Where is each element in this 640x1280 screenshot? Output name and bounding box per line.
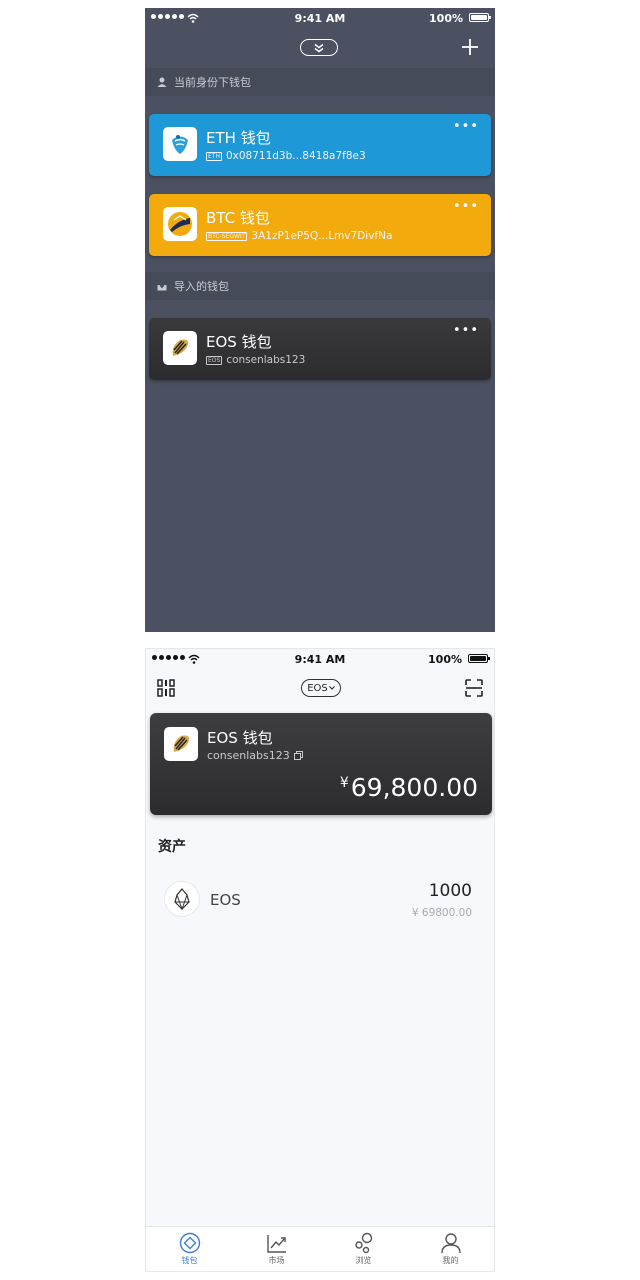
battery-icon	[469, 13, 491, 22]
tab-market[interactable]: 市场	[233, 1227, 320, 1271]
chain-selector[interactable]: EOS	[301, 679, 341, 697]
eth-wallet-logo	[163, 127, 197, 161]
wallet-address-line: BTC-SEGWIT 3A1zP1eP5Q...Lmv7DivfNa	[206, 230, 392, 242]
assets-title: 资产	[158, 839, 186, 855]
import-icon	[156, 281, 167, 292]
asset-row[interactable]: EOS 1000 ¥ 69800.00	[146, 875, 494, 925]
profile-icon	[440, 1233, 461, 1254]
wallet-card-eos[interactable]: EOS 钱包 EOS consenlabs123 •••	[149, 318, 491, 380]
market-icon	[266, 1235, 286, 1253]
section-title: 导入的钱包	[174, 280, 229, 293]
account-line: consenlabs123	[207, 749, 303, 762]
copy-icon[interactable]	[293, 751, 303, 760]
chain-tag: EOS	[206, 355, 223, 365]
btc-wallet-logo	[163, 207, 197, 241]
chain-tag: ETH	[206, 151, 222, 161]
wallet-name: EOS 钱包	[207, 729, 273, 747]
section-header-imported: 导入的钱包	[145, 272, 495, 300]
section-title: 当前身份下钱包	[174, 76, 251, 89]
wallet-balance-card[interactable]: EOS 钱包 consenlabs123 ¥69,800.00	[150, 713, 492, 815]
wallet-address-line: ETH 0x08711d3b...8418a7f8e3	[206, 150, 366, 162]
wallet-card-eth[interactable]: ETH 钱包 ETH 0x08711d3b...8418a7f8e3 •••	[149, 114, 491, 176]
tab-wallet[interactable]: 钱包	[146, 1227, 233, 1271]
battery-percent: 100%	[429, 12, 463, 25]
more-options-button[interactable]: •••	[453, 200, 479, 213]
eos-wallet-logo	[163, 331, 197, 365]
more-options-button[interactable]: •••	[453, 324, 479, 337]
qr-code-button[interactable]	[157, 679, 175, 697]
wallet-card-btc[interactable]: BTC 钱包 BTC-SEGWIT 3A1zP1eP5Q...Lmv7DivfN…	[149, 194, 491, 256]
tab-label: 我的	[442, 1256, 459, 1265]
scan-button[interactable]	[465, 679, 483, 697]
account-name: consenlabs123	[207, 749, 290, 762]
status-bar: 9:41 AM 100%	[145, 8, 495, 30]
battery-percent: 100%	[428, 653, 462, 666]
section-header-current-identity: 当前身份下钱包	[145, 68, 495, 96]
asset-symbol: EOS	[210, 891, 241, 909]
add-wallet-button[interactable]	[461, 38, 479, 56]
wallet-name: EOS 钱包	[206, 333, 272, 351]
asset-value: ¥ 69800.00	[411, 907, 472, 919]
wallet-name: BTC 钱包	[206, 209, 270, 227]
currency-symbol: ¥	[339, 775, 349, 791]
balance-value: 69,800.00	[350, 773, 478, 802]
wallet-address: 0x08711d3b...8418a7f8e3	[225, 150, 366, 162]
collapse-button[interactable]	[300, 39, 338, 56]
tab-label: 浏览	[355, 1256, 372, 1265]
eos-wallet-logo	[164, 727, 198, 761]
wallet-detail-screen: 9:41 AM 100% EOS EOS 钱包 consenlabs123 ¥6…	[145, 648, 495, 1272]
total-balance: ¥69,800.00	[340, 773, 478, 802]
more-options-button[interactable]: •••	[453, 120, 479, 133]
tab-bar: 钱包 市场 浏览 我的	[146, 1226, 494, 1271]
person-icon	[156, 77, 167, 88]
wallet-address: consenlabs123	[226, 354, 306, 366]
wallet-icon	[179, 1232, 200, 1254]
chevron-down-icon	[328, 686, 335, 690]
chain-selector-label: EOS	[307, 682, 328, 694]
tab-label: 钱包	[181, 1256, 198, 1265]
wallet-address: 3A1zP1eP5Q...Lmv7DivfNa	[251, 230, 393, 242]
browse-icon	[354, 1232, 372, 1254]
battery-icon	[468, 654, 490, 663]
tab-label: 市场	[268, 1256, 285, 1265]
tab-browse[interactable]: 浏览	[320, 1227, 407, 1271]
wallet-list-screen: 9:41 AM 100% 当前身份下钱包 ETH 钱包 ETH 0x08711d…	[145, 8, 495, 632]
wallet-name: ETH 钱包	[206, 129, 271, 147]
double-chevron-down-icon	[314, 43, 324, 52]
status-bar: 9:41 AM 100%	[146, 649, 494, 671]
chain-tag: BTC-SEGWIT	[206, 231, 248, 241]
eos-token-icon	[164, 881, 200, 917]
asset-quantity: 1000	[428, 881, 472, 901]
wallet-address-line: EOS consenlabs123	[206, 354, 305, 366]
tab-profile[interactable]: 我的	[407, 1227, 494, 1271]
